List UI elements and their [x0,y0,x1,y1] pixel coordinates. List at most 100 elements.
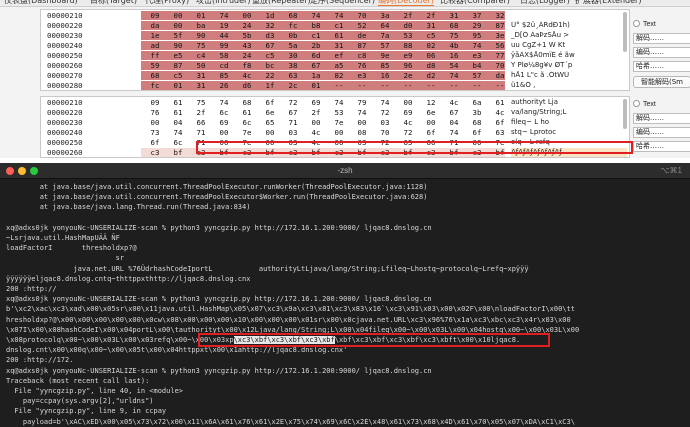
tab-9[interactable]: 扩展器(Extender) [575,0,641,6]
encode-as-select[interactable]: 编码…… [633,127,690,138]
terminal-line: File "yyncgzip.py", line 9, in ccpay [6,407,167,416]
hex-offset: 00000220 [47,21,83,30]
burp-tab-bar: 仪表盘(Dashboard) 目标(Target) 代理(Proxy) 攻击(Intr… [0,0,690,7]
hex-bytes[interactable]: 76 61 2f 6c 61 6e 67 2f 53 74 72 69 6e 67 3b 4c [141,108,505,117]
hex-offset: 00000280 [47,81,83,90]
terminal-titlebar: -zsh ⌥⌘1 [0,163,690,179]
hex-bytes[interactable]: 68 c5 31 85 4c 22 63 1a 82 e3 16 2e d2 74 57 da [141,71,505,80]
hex-ascii: ü1&Ö , [511,81,536,89]
hex-offset: 00000270 [47,71,83,80]
hex-row[interactable]: 00000220 da 00 ba 19 24 32 fc b8 c1 52 64 d0 31 68 29 87… [41,21,629,30]
hex-offset: 00000240 [47,41,83,50]
hex-byte[interactable]: 32 [486,11,514,20]
hex-offset: 00000260 [47,61,83,70]
tab-2[interactable]: 代理(Proxy) [145,0,189,6]
hex-bytes[interactable]: 00 04 66 69 6c 65 71 00 7e 00 03 4c 00 04 68 6f [141,118,505,127]
hex-offset: 00000250 [47,51,83,60]
decode-as-select[interactable]: 解码…… [633,113,690,124]
hex-row[interactable]: 00000230 00 04 66 69 6c 65 71 00 7e 00 03 4c 00 04 68 6f… [41,118,629,127]
hex-ascii: ÿåÄX$Å0mïÈ é ãw [511,51,575,59]
tab-8[interactable]: 日志(Logger) [520,0,570,6]
hex-ascii: Ü° $2ü¸ÁRdÐ1h) [511,21,570,29]
hex-bytes[interactable]: 73 74 71 00 7e 00 03 4c 00 08 70 72 6f 74 6f 63 [141,128,505,137]
radio-dot-icon [633,100,640,107]
tab-1[interactable]: 目标(Target) [90,0,137,6]
hex-offset: 00000210 [47,98,83,107]
tab-3[interactable]: 攻击(Intruder) [196,0,250,6]
hex-row[interactable]: 00000280 fc 01 31 26 d6 1f 2c 01 -- -- -- -- -- -- -- --… [41,81,629,90]
hex-byte[interactable]: 77 [486,51,514,60]
hex-byte[interactable]: 3e [486,31,514,40]
hex-bytes[interactable]: 59 87 50 cd f8 bc 38 67 a5 76 85 96 d8 54 b4 70 [141,61,505,70]
text-radio-label: Text [643,101,656,108]
hex-offset: 00000230 [47,118,83,127]
hex-ascii: hÅ1 L"c ã .ÒtWÚ [511,71,570,79]
burp-decoder-window: 仪表盘(Dashboard) 目标(Target) 代理(Proxy) 攻击(Intr… [0,0,690,158]
hex-ascii: fileq~ L ho [511,118,550,126]
hex-byte[interactable]: da [486,71,514,80]
terminal-line: at java.base/java.util.concurrent.Thread… [6,193,428,202]
hex-bytes[interactable]: ad 90 75 99 43 67 5a 2b 31 87 57 88 02 4b 74 56 [141,41,505,50]
terminal-line: at java.base/java.lang.Thread.run(Thread… [6,203,251,212]
hex-row[interactable]: 00000220 76 61 2f 6c 61 6e 67 2f 53 74 72 69 6e 67 3b 4c… [41,108,629,117]
smart-decode-button[interactable]: 智能解码(Sm [633,76,690,88]
terminal-line: pay=ccpay(sys.argv[2],"urldns") [6,397,154,406]
hex-bytes[interactable]: 09 00 01 74 00 1d 68 74 74 70 3a 2f 2f 31 37 32 [141,11,505,20]
hex-byte[interactable]: 56 [486,41,514,50]
hex-byte[interactable]: 4c [486,108,514,117]
hex-offset: 00000260 [47,148,83,157]
hex-ascii: ­uu CgZ+1 W Kt [511,41,566,49]
encode-as-select[interactable]: 编码…… [633,47,690,58]
tab-0[interactable]: 仪表盘(Dashboard) [4,0,78,6]
hex-row[interactable]: 00000240 ad 90 75 99 43 67 5a 2b 31 87 57 88 02 4b 74 56… [41,41,629,50]
hex-bytes[interactable]: ff e5 c4 58 24 c5 30 6d ef c8 9e e9 06 16 e3 77 [141,51,505,60]
hex-byte[interactable]: 70 [486,61,514,70]
terminal-line: xq@adxs0jk yonyouNc-UNSERIALIZE-scan % p… [6,295,432,304]
hex-ascii: stq~ Lprotoc [511,128,557,136]
hex-ascii: va/lang/String;L [511,108,567,116]
terminal-line: xq@adxs0jk yonyouNc-UNSERIALIZE-scan % p… [6,223,432,232]
hex-byte[interactable]: 63 [486,128,514,137]
hex-byte[interactable]: -- [486,81,514,90]
hex-row[interactable]: 00000210 09 61 75 74 68 6f 72 69 74 79 74 00 12 4c 6a 61… [41,98,629,107]
terminal-line: loadFactorI thresholdxp?@ [6,244,137,253]
hex-view-input[interactable]: 00000210 09 00 01 74 00 1d 68 74 74 70 3a 2f 2f 31 37 32… [40,9,630,91]
terminal-line: Traceback (most recent call last): [6,376,150,385]
hex-row[interactable]: 00000250 ff e5 c4 58 24 c5 30 6d ef c8 9e e9 06 16 e3 77… [41,51,629,60]
hex-ascii: authorityt Lja [511,98,559,106]
hex-row[interactable]: 00000210 09 00 01 74 00 1d 68 74 74 70 3a 2f 2f 31 37 32 [41,11,629,20]
terminal-line: xq@adxs0jk yonyouNc-UNSERIALIZE-scan % p… [6,366,432,375]
terminal-line: File "yyncgzip.py", line 40, in <module> [6,387,184,395]
hex-byte[interactable]: 6f [486,118,514,127]
tab-6[interactable]: 编码(Decoder) [378,0,434,6]
terminal-line: 200 :http:// [6,285,57,293]
hex-byte[interactable]: 87 [486,21,514,30]
hex-row[interactable]: 00000240 73 74 71 00 7e 00 03 4c 00 08 70 72 6f 74 6f 63… [41,128,629,137]
hex-row[interactable]: 00000260 59 87 50 cd f8 bc 38 67 a5 76 85 96 d8 54 b4 70… [41,61,629,70]
terminal-window: -zsh ⌥⌘1 at java.base/java.util.concurre… [0,163,690,427]
terminal-line: java.net.URL %76ÜdrhashCodeIportL author… [6,264,529,273]
hex-row[interactable]: 00000270 68 c5 31 85 4c 22 63 1a 82 e3 16 2e d2 74 57 da… [41,71,629,80]
tab-5[interactable]: 定序(Sequencer) [310,0,375,6]
hex-offset: 00000220 [47,108,83,117]
hex-bytes[interactable]: 1e 5f 90 44 5b d3 0b c1 61 de 7a 53 c5 75 95 3e [141,31,505,40]
hash-select[interactable]: 哈希…… [633,61,690,72]
hash-select[interactable]: 哈希…… [633,141,690,152]
terminal-line: b'\xc2\xac\xc3\xad\x00\x05sr\x00\x11java… [6,305,575,314]
highlight-annotation-box [196,141,633,154]
text-radio[interactable]: Text [633,100,656,108]
text-radio[interactable]: Text [633,20,656,28]
tab-7[interactable]: 比较器(Comparer) [440,0,510,6]
decode-as-select[interactable]: 解码…… [633,33,690,44]
hex-byte[interactable]: 61 [486,98,514,107]
hex-bytes[interactable]: 09 61 75 74 68 6f 72 69 74 79 74 00 12 4c 6a 61 [141,98,505,107]
terminal-line: ~Lsrjava.util.HashMapUÄÄ ÑF [6,234,120,242]
terminal-line: 200 :http://172. [6,356,74,365]
tab-4[interactable]: 重放(Repeater) [252,0,311,6]
terminal-title: -zsh [337,166,353,175]
hex-bytes[interactable]: da 00 ba 19 24 32 fc b8 c1 52 64 d0 31 68 29 87 [141,21,505,30]
hex-ascii: Y PÍø¼8g¥v ØT´p [511,61,573,69]
hex-bytes[interactable]: fc 01 31 26 d6 1f 2c 01 -- -- -- -- -- -- -- -- [141,81,505,90]
hex-row[interactable]: 00000230 1e 5f 90 44 5b d3 0b c1 61 de 7a 53 c5 75 95 3e… [41,31,629,40]
hex-offset: 00000230 [47,31,83,40]
